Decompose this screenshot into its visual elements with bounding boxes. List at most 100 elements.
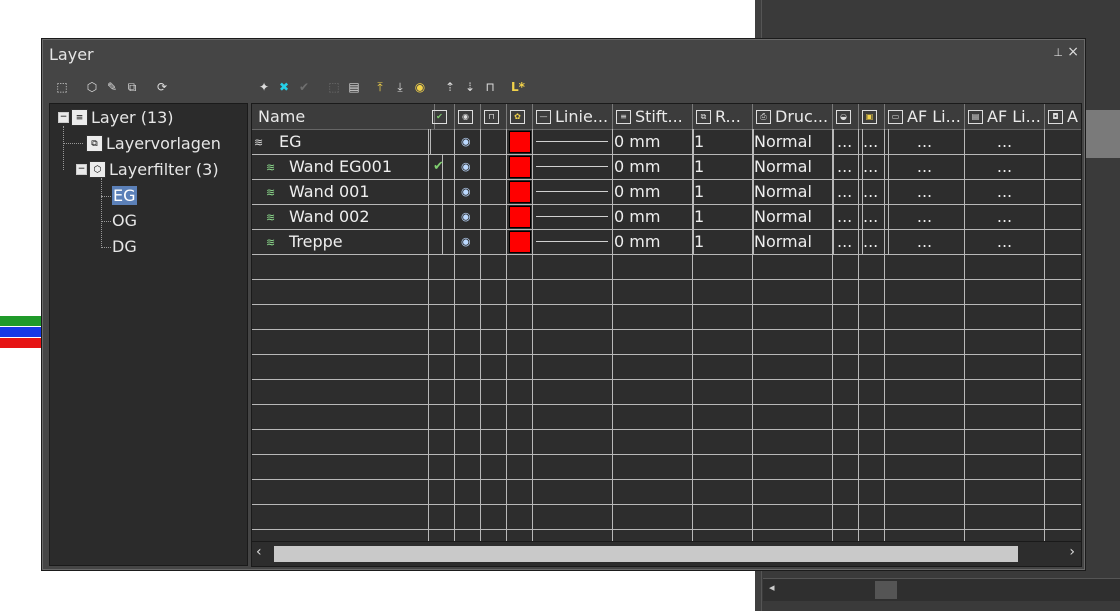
cell-current[interactable] [429, 129, 455, 154]
table-row[interactable]: ≋ Wand EG001 ✔ ◉ 0 mm 1 Normal............ [252, 154, 1081, 180]
refresh-filter-icon[interactable]: ⟳ [154, 79, 170, 95]
color-swatch[interactable] [509, 206, 531, 228]
new-filter-icon[interactable]: ⬡ [84, 79, 100, 95]
cell-af-line-2[interactable]: ... [965, 154, 1045, 179]
cell-af-line-2[interactable]: ... [965, 179, 1045, 204]
cell-print[interactable]: Normal [753, 229, 834, 254]
scroll-thumb[interactable] [274, 546, 1018, 562]
tree-item-layervorlagen[interactable]: ⧉ Layervorlagen [86, 134, 221, 153]
table-row[interactable]: ≋ EG ◉ 0 mm 1 Normal............ [252, 129, 1081, 155]
cell-a[interactable] [1045, 204, 1081, 229]
cell-current[interactable]: ✔ [429, 154, 455, 179]
col-header-linetype[interactable]: — Linie... [533, 104, 613, 129]
table-row[interactable]: ≋ Wand 001 ◉ 0 mm 1 Normal............ [252, 179, 1081, 205]
eye-icon[interactable]: ◉ [461, 179, 471, 204]
col-header-fill[interactable]: ▣ [859, 104, 885, 129]
cell-name[interactable]: ≋ EG [252, 129, 431, 154]
cell-pen[interactable]: 0 mm [613, 204, 694, 229]
cell-linetype[interactable] [533, 204, 613, 229]
cell-print[interactable]: Normal [753, 129, 834, 154]
cell-af-line-2[interactable]: ... [965, 129, 1045, 154]
cell-linetype[interactable] [533, 229, 613, 254]
tree-item-layerfilter[interactable]: − ⬡ Layerfilter (3) [76, 160, 219, 179]
scroll-right-icon[interactable]: › [1069, 544, 1075, 560]
cell-lock[interactable] [481, 179, 507, 204]
delete-layer-icon[interactable]: ✖ [276, 79, 292, 95]
cell-a[interactable] [1045, 229, 1081, 254]
cell-color[interactable] [507, 229, 533, 254]
cell-color[interactable] [507, 204, 533, 229]
tree-item-layer-root[interactable]: − ≡ Layer (13) [58, 108, 174, 127]
cell-linetype[interactable] [533, 129, 613, 154]
cell-name[interactable]: ≋ Wand 002 [252, 204, 443, 229]
col-header-color[interactable]: ✿ [507, 104, 533, 129]
color-swatch[interactable] [509, 156, 531, 178]
cell-pen[interactable]: 0 mm [613, 229, 694, 254]
eye-icon[interactable]: ◉ [461, 204, 471, 229]
cell-r[interactable]: 1 [693, 129, 754, 154]
cell-current[interactable] [429, 229, 455, 254]
scroll-left-icon[interactable]: ‹ [256, 544, 262, 560]
background-scrollbar[interactable]: ◂ [763, 578, 1120, 601]
grid-horizontal-scrollbar[interactable]: ‹ › [252, 541, 1081, 566]
cell-current[interactable] [429, 204, 455, 229]
cell-linetype[interactable] [533, 179, 613, 204]
cell-a[interactable] [1045, 154, 1081, 179]
cell-af-line-2[interactable]: ... [965, 229, 1045, 254]
layer-state-icon[interactable]: L* [508, 79, 528, 95]
cell-pen[interactable]: 0 mm [613, 179, 694, 204]
cell-visibility[interactable]: ◉ [455, 229, 481, 254]
col-header-a[interactable]: ◘ A [1045, 104, 1081, 129]
cell-pen[interactable]: 0 mm [613, 154, 694, 179]
panel-titlebar[interactable]: Layer ⊥ × [42, 39, 1085, 69]
cell-visibility[interactable]: ◉ [455, 129, 481, 154]
cell-af-line-1[interactable]: ... [885, 154, 965, 179]
layer-settings-icon[interactable]: ⬚ [54, 79, 70, 95]
cell-r[interactable]: 1 [693, 229, 754, 254]
scroll-left-icon[interactable]: ◂ [769, 581, 775, 594]
col-header-name[interactable]: Name [252, 104, 435, 129]
col-header-r[interactable]: ⧉ R... [693, 104, 753, 129]
cell-lock[interactable] [481, 204, 507, 229]
collapse-icon[interactable]: − [76, 164, 87, 175]
copy-filter-icon[interactable]: ⧉ [124, 79, 140, 95]
cell-print[interactable]: Normal [753, 179, 834, 204]
eye-icon[interactable]: ◉ [461, 229, 471, 254]
col-header-pen[interactable]: ≡ Stift... [613, 104, 693, 129]
cell-r[interactable]: 1 [693, 154, 754, 179]
col-header-visibility[interactable]: ◉ [455, 104, 481, 129]
cell-lock[interactable] [481, 154, 507, 179]
merge-layers-icon[interactable]: ⤒ [372, 79, 388, 95]
close-icon[interactable]: × [1067, 44, 1079, 60]
cell-af-line-1[interactable]: ... [885, 229, 965, 254]
eye-icon[interactable]: ◉ [461, 154, 471, 179]
col-header-lock[interactable]: ⊓ [481, 104, 507, 129]
lock-icon[interactable]: ⊓ [482, 79, 498, 95]
cell-r[interactable]: 1 [693, 204, 754, 229]
col-header-af-line-2[interactable]: ▤ AF Li... [965, 104, 1045, 129]
tree-item-dg[interactable]: DG [112, 237, 137, 256]
table-row[interactable]: ≋ Treppe ◉ 0 mm 1 Normal............ [252, 229, 1081, 255]
layer-up-icon[interactable]: ⇡ [442, 79, 458, 95]
color-swatch[interactable] [509, 131, 531, 153]
cell-af-line-2[interactable]: ... [965, 204, 1045, 229]
col-header-visible-check[interactable]: ✔ [429, 104, 455, 129]
cell-linetype[interactable] [533, 154, 613, 179]
col-header-display[interactable]: ◒ [833, 104, 859, 129]
cell-name[interactable]: ≋ Wand 001 [252, 179, 443, 204]
cell-print[interactable]: Normal [753, 154, 834, 179]
table-row[interactable]: ≋ Wand 002 ◉ 0 mm 1 Normal............ [252, 204, 1081, 230]
cell-color[interactable] [507, 154, 533, 179]
cell-r[interactable]: 1 [693, 179, 754, 204]
cell-visibility[interactable]: ◉ [455, 154, 481, 179]
show-all-icon[interactable]: ◉ [412, 79, 428, 95]
move-layers-icon[interactable]: ⤓ [392, 79, 408, 95]
cell-color[interactable] [507, 179, 533, 204]
color-swatch[interactable] [509, 181, 531, 203]
cell-name[interactable]: ≋ Treppe [252, 229, 443, 254]
scroll-thumb[interactable] [875, 581, 897, 599]
cell-a[interactable] [1045, 129, 1081, 154]
tree-item-eg[interactable]: EG [112, 186, 137, 205]
new-layer-icon[interactable]: ✦ [256, 79, 272, 95]
cell-visibility[interactable]: ◉ [455, 204, 481, 229]
